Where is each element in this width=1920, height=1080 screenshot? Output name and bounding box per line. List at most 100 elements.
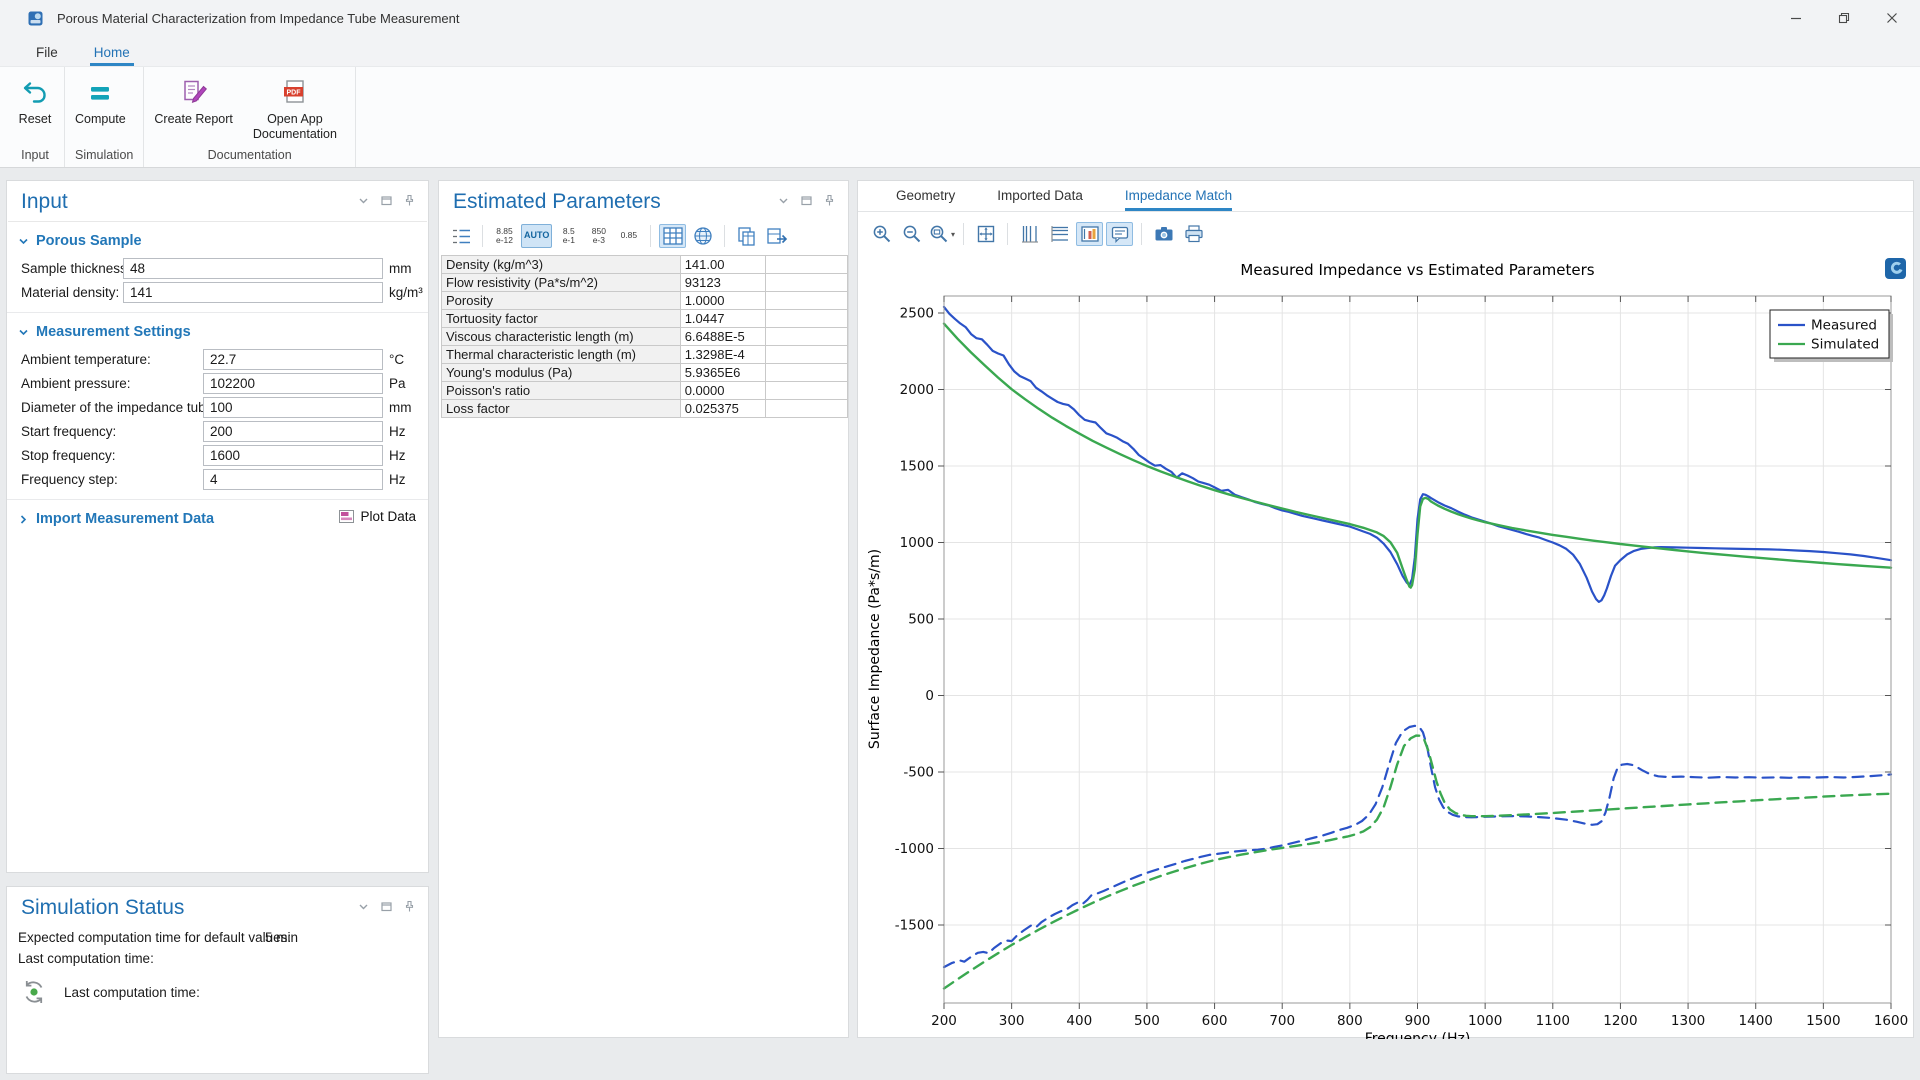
param-value-cell[interactable]: 0.0000 <box>680 382 765 400</box>
format-list-button[interactable] <box>447 224 474 248</box>
param-extra-cell <box>765 382 847 400</box>
zoom-box-button[interactable]: ▾ <box>928 222 955 246</box>
table-row: Density (kg/m^3)141.00 <box>442 256 848 274</box>
tab-geometry[interactable]: Geometry <box>896 188 955 211</box>
panel-chevron-icon[interactable] <box>357 900 370 913</box>
param-extra-cell <box>765 292 847 310</box>
table-row: Thermal characteristic length (m)1.3298E… <box>442 346 848 364</box>
field-input-ambient-pressure[interactable]: 102200 <box>203 373 383 394</box>
param-value-cell[interactable]: 1.3298E-4 <box>680 346 765 364</box>
zoom-extents-button[interactable] <box>972 222 999 246</box>
field-unit: Pa <box>389 376 406 391</box>
section-header-measurement-settings[interactable]: Measurement Settings <box>7 313 428 347</box>
plot-data-button[interactable]: Plot Data <box>339 509 416 524</box>
tab-impedance-match[interactable]: Impedance Match <box>1125 188 1232 211</box>
section-header-import-measurement-data[interactable]: Import Measurement DataPlot Data <box>7 500 428 534</box>
table-view-button[interactable] <box>659 224 686 248</box>
field-input-start-frequency[interactable]: 200 <box>203 421 383 442</box>
table-row: Porosity1.0000 <box>442 292 848 310</box>
menu-tab-file[interactable]: File <box>32 41 62 66</box>
export-table-button[interactable] <box>763 224 790 248</box>
panel-float-icon[interactable] <box>380 194 393 207</box>
field-input-frequency-step[interactable]: 4 <box>203 469 383 490</box>
tab-imported-data[interactable]: Imported Data <box>997 188 1083 211</box>
scientific-notation-button[interactable]: 8.5e-1 <box>555 224 582 248</box>
x-tick-label: 1300 <box>1671 1013 1705 1029</box>
auto-notation-button[interactable]: AUTO <box>521 224 552 248</box>
status-label: Expected computation time for default va… <box>18 930 291 945</box>
panel-float-icon[interactable] <box>800 194 813 207</box>
form-row: Frequency step:4Hz <box>7 468 428 491</box>
engineering-notation-button[interactable]: 850e-3 <box>585 224 612 248</box>
x-tick-label: 1000 <box>1468 1013 1502 1029</box>
graphics-panel: Geometry Imported Data Impedance Match ▾ M… <box>857 180 1914 1038</box>
param-value-cell[interactable]: 93123 <box>680 274 765 292</box>
param-value-cell[interactable]: 1.0000 <box>680 292 765 310</box>
param-name-cell: Viscous characteristic length (m) <box>442 328 681 346</box>
param-value-cell[interactable]: 0.025375 <box>680 400 765 418</box>
panel-pin-icon[interactable] <box>823 194 836 207</box>
section-chevron-down-icon <box>18 327 29 338</box>
minimize-icon <box>1790 12 1802 24</box>
ribbon-button-label: Open App Documentation <box>245 112 345 142</box>
ribbon-group-label: Simulation <box>65 148 143 167</box>
y-axis-grid-button[interactable] <box>1046 222 1073 246</box>
zoom-out-button[interactable] <box>898 222 925 246</box>
panel-float-icon[interactable] <box>380 900 393 913</box>
param-value-cell[interactable]: 6.6488E-5 <box>680 328 765 346</box>
full-precision-button[interactable]: 8.85e-12 <box>491 224 518 248</box>
x-tick-label: 300 <box>999 1013 1025 1029</box>
param-value-cell[interactable]: 1.0447 <box>680 310 765 328</box>
panel-pin-icon[interactable] <box>403 194 416 207</box>
zoom-box-icon <box>928 223 950 245</box>
field-input-material-density[interactable]: 141 <box>123 282 383 303</box>
minimize-button[interactable] <box>1772 0 1820 36</box>
field-label: Ambient pressure: <box>21 376 131 391</box>
annotation-toggle-button[interactable] <box>1106 222 1133 246</box>
restore-button[interactable] <box>1820 0 1868 36</box>
param-value-cell[interactable]: 5.9365E6 <box>680 364 765 382</box>
table-row: Poisson's ratio0.0000 <box>442 382 848 400</box>
compute-button[interactable]: Compute <box>69 75 132 129</box>
form-row: Ambient pressure: 102200 Pa <box>7 372 428 395</box>
x-tick-label: 1600 <box>1874 1013 1908 1029</box>
section-chevron-down-icon <box>18 236 29 247</box>
zoom-in-button[interactable] <box>868 222 895 246</box>
panel-chevron-icon[interactable] <box>357 194 370 207</box>
x-tick-label: 700 <box>1269 1013 1295 1029</box>
numbered-list-icon <box>450 226 472 246</box>
close-button[interactable] <box>1868 0 1916 36</box>
ribbon-group-simulation: Compute Simulation <box>65 67 144 167</box>
notation-text: AUTO <box>524 231 549 241</box>
param-value-cell[interactable]: 141.00 <box>680 256 765 274</box>
legend-toggle-button[interactable] <box>1076 222 1103 246</box>
panel-chevron-icon[interactable] <box>777 194 790 207</box>
print-button[interactable] <box>1180 222 1207 246</box>
section-header-porous-sample[interactable]: Porous Sample <box>7 222 428 256</box>
field-input-stop-frequency[interactable]: 1600 <box>203 445 383 466</box>
y-tick-label: 2500 <box>900 306 934 322</box>
field-input-sample-thickness[interactable]: 48 <box>123 258 383 279</box>
close-icon <box>1886 12 1898 24</box>
field-input-ambient-temperature[interactable]: 22.7 <box>203 349 383 370</box>
x-axis-grid-button[interactable] <box>1016 222 1043 246</box>
copy-table-button[interactable] <box>733 224 760 248</box>
plot-data-icon <box>339 510 354 523</box>
sphere-view-button[interactable] <box>689 224 716 248</box>
refresh-icon <box>20 978 48 1006</box>
decimal-notation-button[interactable]: 0.85 <box>615 224 642 248</box>
create-report-button[interactable]: Create Report <box>148 75 239 129</box>
ribbon-button-label: Reset <box>19 112 52 127</box>
snapshot-button[interactable] <box>1150 222 1177 246</box>
panel-pin-icon[interactable] <box>403 900 416 913</box>
ribbon-group-documentation: Create ReportPDFOpen App DocumentationDo… <box>144 67 356 167</box>
field-input-diameter-of-the-impedance-tube[interactable]: 100 <box>203 397 383 418</box>
table-icon <box>663 227 683 245</box>
y-axis-label: Surface Impedance (Pa*s/m) <box>867 549 883 749</box>
x-grid-icon <box>1019 223 1041 245</box>
impedance-chart: Measured Impedance vs Estimated Paramete… <box>858 253 1915 1039</box>
form-row: Start frequency:200Hz <box>7 420 428 443</box>
open-app-documentation-button[interactable]: PDFOpen App Documentation <box>239 75 351 144</box>
menu-tab-home[interactable]: Home <box>90 41 134 66</box>
reset-button[interactable]: Reset <box>10 75 60 129</box>
